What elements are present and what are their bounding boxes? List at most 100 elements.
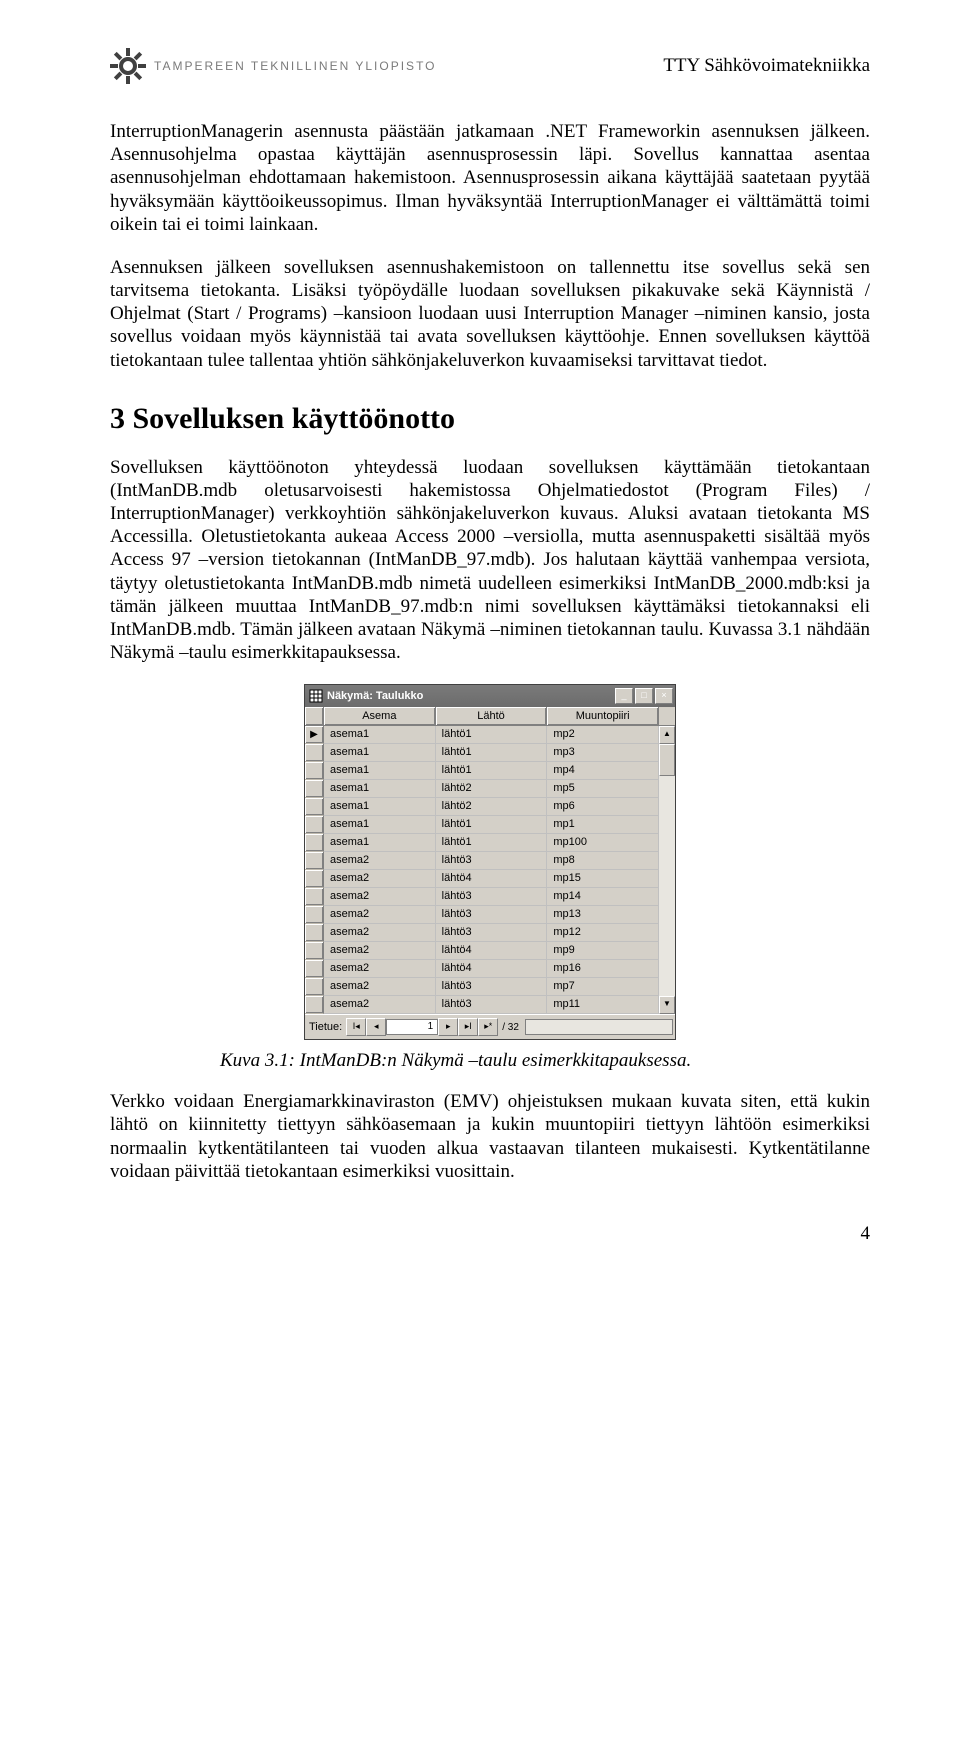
column-header-lahto[interactable]: Lähtö [436,707,548,725]
cell-asema[interactable]: asema2 [324,960,436,978]
cell-mp[interactable]: mp13 [547,906,659,924]
cell-asema[interactable]: asema1 [324,798,436,816]
row-marker[interactable] [305,798,324,816]
cell-mp[interactable]: mp100 [547,834,659,852]
row-marker[interactable] [305,744,324,762]
table-row[interactable]: asema2lähtö3mp7 [305,978,659,996]
record-number-field[interactable]: 1 [386,1019,438,1035]
nav-next-button[interactable]: ▸ [438,1018,458,1036]
row-marker[interactable] [305,978,324,996]
row-marker[interactable] [305,888,324,906]
table-row[interactable]: ▶asema1lähtö1mp2 [305,726,659,744]
cell-lahto[interactable]: lähtö1 [436,834,548,852]
table-row[interactable]: asema1lähtö1mp1 [305,816,659,834]
table-row[interactable]: asema2lähtö4mp16 [305,960,659,978]
cell-mp[interactable]: mp7 [547,978,659,996]
cell-lahto[interactable]: lähtö4 [436,960,548,978]
cell-asema[interactable]: asema1 [324,726,436,744]
cell-lahto[interactable]: lähtö2 [436,780,548,798]
table-row[interactable]: asema2lähtö4mp9 [305,942,659,960]
cell-asema[interactable]: asema1 [324,816,436,834]
cell-asema[interactable]: asema1 [324,834,436,852]
cell-lahto[interactable]: lähtö1 [436,726,548,744]
table-row[interactable]: asema1lähtö1mp100 [305,834,659,852]
column-header-asema[interactable]: Asema [324,707,436,725]
cell-lahto[interactable]: lähtö3 [436,852,548,870]
cell-lahto[interactable]: lähtö3 [436,888,548,906]
cell-lahto[interactable]: lähtö3 [436,906,548,924]
cell-mp[interactable]: mp6 [547,798,659,816]
cell-asema[interactable]: asema2 [324,978,436,996]
row-marker-header[interactable] [305,707,324,725]
table-row[interactable]: asema2lähtö3mp14 [305,888,659,906]
cell-mp[interactable]: mp4 [547,762,659,780]
cell-asema[interactable]: asema1 [324,744,436,762]
cell-mp[interactable]: mp11 [547,996,659,1014]
cell-lahto[interactable]: lähtö1 [436,816,548,834]
table-row[interactable]: asema2lähtö3mp12 [305,924,659,942]
row-marker[interactable] [305,780,324,798]
nav-first-button[interactable]: I◂ [346,1018,366,1036]
row-marker[interactable] [305,852,324,870]
maximize-button[interactable]: □ [635,688,653,704]
cell-mp[interactable]: mp14 [547,888,659,906]
row-marker[interactable] [305,996,324,1014]
vertical-scrollbar[interactable]: ▲ ▼ [659,726,675,1014]
table-row[interactable]: asema2lähtö3mp13 [305,906,659,924]
cell-asema[interactable]: asema2 [324,924,436,942]
row-marker[interactable] [305,870,324,888]
cell-asema[interactable]: asema1 [324,762,436,780]
row-marker[interactable] [305,762,324,780]
nav-last-button[interactable]: ▸I [458,1018,478,1036]
scroll-up-button[interactable]: ▲ [659,726,675,744]
cell-lahto[interactable]: lähtö3 [436,996,548,1014]
cell-mp[interactable]: mp5 [547,780,659,798]
row-marker[interactable] [305,924,324,942]
table-row[interactable]: asema1lähtö2mp6 [305,798,659,816]
cell-mp[interactable]: mp3 [547,744,659,762]
cell-mp[interactable]: mp9 [547,942,659,960]
cell-asema[interactable]: asema2 [324,942,436,960]
column-header-muuntopiiri[interactable]: Muuntopiiri [547,707,659,725]
cell-asema[interactable]: asema2 [324,996,436,1014]
cell-mp[interactable]: mp16 [547,960,659,978]
nav-new-button[interactable]: ▸* [478,1018,498,1036]
row-marker[interactable] [305,834,324,852]
cell-asema[interactable]: asema2 [324,870,436,888]
cell-mp[interactable]: mp2 [547,726,659,744]
cell-mp[interactable]: mp1 [547,816,659,834]
cell-mp[interactable]: mp15 [547,870,659,888]
row-marker[interactable]: ▶ [305,726,324,744]
cell-asema[interactable]: asema1 [324,780,436,798]
scroll-track[interactable] [659,744,675,996]
cell-asema[interactable]: asema2 [324,852,436,870]
row-marker[interactable] [305,906,324,924]
table-row[interactable]: asema1lähtö2mp5 [305,780,659,798]
cell-lahto[interactable]: lähtö4 [436,870,548,888]
cell-lahto[interactable]: lähtö1 [436,744,548,762]
cell-asema[interactable]: asema2 [324,888,436,906]
horizontal-scrollbar[interactable] [525,1019,673,1035]
cell-lahto[interactable]: lähtö4 [436,942,548,960]
minimize-button[interactable]: _ [615,688,633,704]
table-row[interactable]: asema1lähtö1mp4 [305,762,659,780]
nav-prev-button[interactable]: ◂ [366,1018,386,1036]
scroll-thumb[interactable] [659,744,675,776]
cell-lahto[interactable]: lähtö3 [436,924,548,942]
table-row[interactable]: asema2lähtö4mp15 [305,870,659,888]
cell-asema[interactable]: asema2 [324,906,436,924]
table-row[interactable]: asema1lähtö1mp3 [305,744,659,762]
row-marker[interactable] [305,942,324,960]
cell-mp[interactable]: mp12 [547,924,659,942]
cell-mp[interactable]: mp8 [547,852,659,870]
cell-lahto[interactable]: lähtö3 [436,978,548,996]
cell-lahto[interactable]: lähtö2 [436,798,548,816]
row-marker[interactable] [305,960,324,978]
scroll-down-button[interactable]: ▼ [659,996,675,1014]
row-marker[interactable] [305,816,324,834]
close-button[interactable]: × [655,688,673,704]
table-row[interactable]: asema2lähtö3mp11 [305,996,659,1014]
window-titlebar[interactable]: Näkymä: Taulukko _ □ × [305,685,675,707]
table-row[interactable]: asema2lähtö3mp8 [305,852,659,870]
cell-lahto[interactable]: lähtö1 [436,762,548,780]
